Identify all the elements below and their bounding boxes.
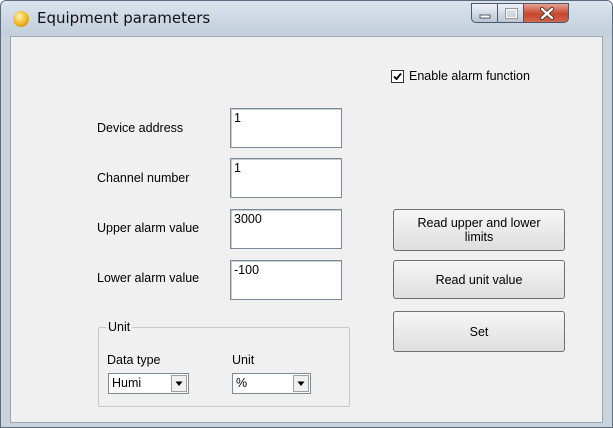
maximize-button[interactable]: [497, 3, 524, 23]
app-icon: [13, 11, 29, 27]
checkmark-icon: [393, 72, 402, 81]
chevron-down-icon: [297, 381, 305, 386]
channel-number-label: Channel number: [97, 171, 190, 185]
data-type-label: Data type: [107, 353, 161, 367]
close-button[interactable]: [523, 3, 569, 23]
device-address-label: Device address: [97, 121, 184, 135]
unit-group-legend: Unit: [106, 320, 133, 334]
data-type-dropdown-button[interactable]: [171, 375, 187, 392]
unit-groupbox: Unit Data type Unit Humi %: [98, 320, 350, 407]
read-limits-button[interactable]: Read upper and lower limits: [393, 209, 565, 251]
lower-alarm-input[interactable]: -100: [230, 260, 342, 300]
unit-dropdown-button[interactable]: [293, 375, 309, 392]
title-bar[interactable]: Equipment parameters: [1, 1, 612, 35]
minimize-button[interactable]: [471, 3, 498, 23]
chevron-down-icon: [175, 381, 183, 386]
upper-alarm-input[interactable]: 3000: [230, 209, 342, 249]
unit-value: %: [236, 376, 248, 390]
dialog-client-area: Enable alarm function Device address Cha…: [10, 36, 603, 423]
lower-alarm-label: Lower alarm value: [97, 271, 200, 285]
enable-alarm-label[interactable]: Enable alarm function: [409, 69, 530, 83]
dialog-window: Equipment parameters Enable alarm functi…: [0, 0, 613, 428]
set-button[interactable]: Set: [393, 311, 565, 352]
channel-number-input[interactable]: 1: [230, 158, 342, 198]
enable-alarm-checkbox[interactable]: [391, 70, 404, 83]
close-icon: [540, 7, 554, 20]
maximize-icon: [505, 8, 518, 19]
read-unit-button[interactable]: Read unit value: [393, 260, 565, 299]
unit-select[interactable]: %: [232, 373, 311, 394]
upper-alarm-label: Upper alarm value: [97, 221, 200, 235]
data-type-select[interactable]: Humi: [108, 373, 189, 394]
device-address-input[interactable]: 1: [230, 108, 342, 148]
window-title: Equipment parameters: [37, 9, 211, 27]
minimize-icon: [479, 14, 491, 19]
data-type-value: Humi: [112, 376, 142, 390]
unit-label: Unit: [232, 353, 255, 367]
